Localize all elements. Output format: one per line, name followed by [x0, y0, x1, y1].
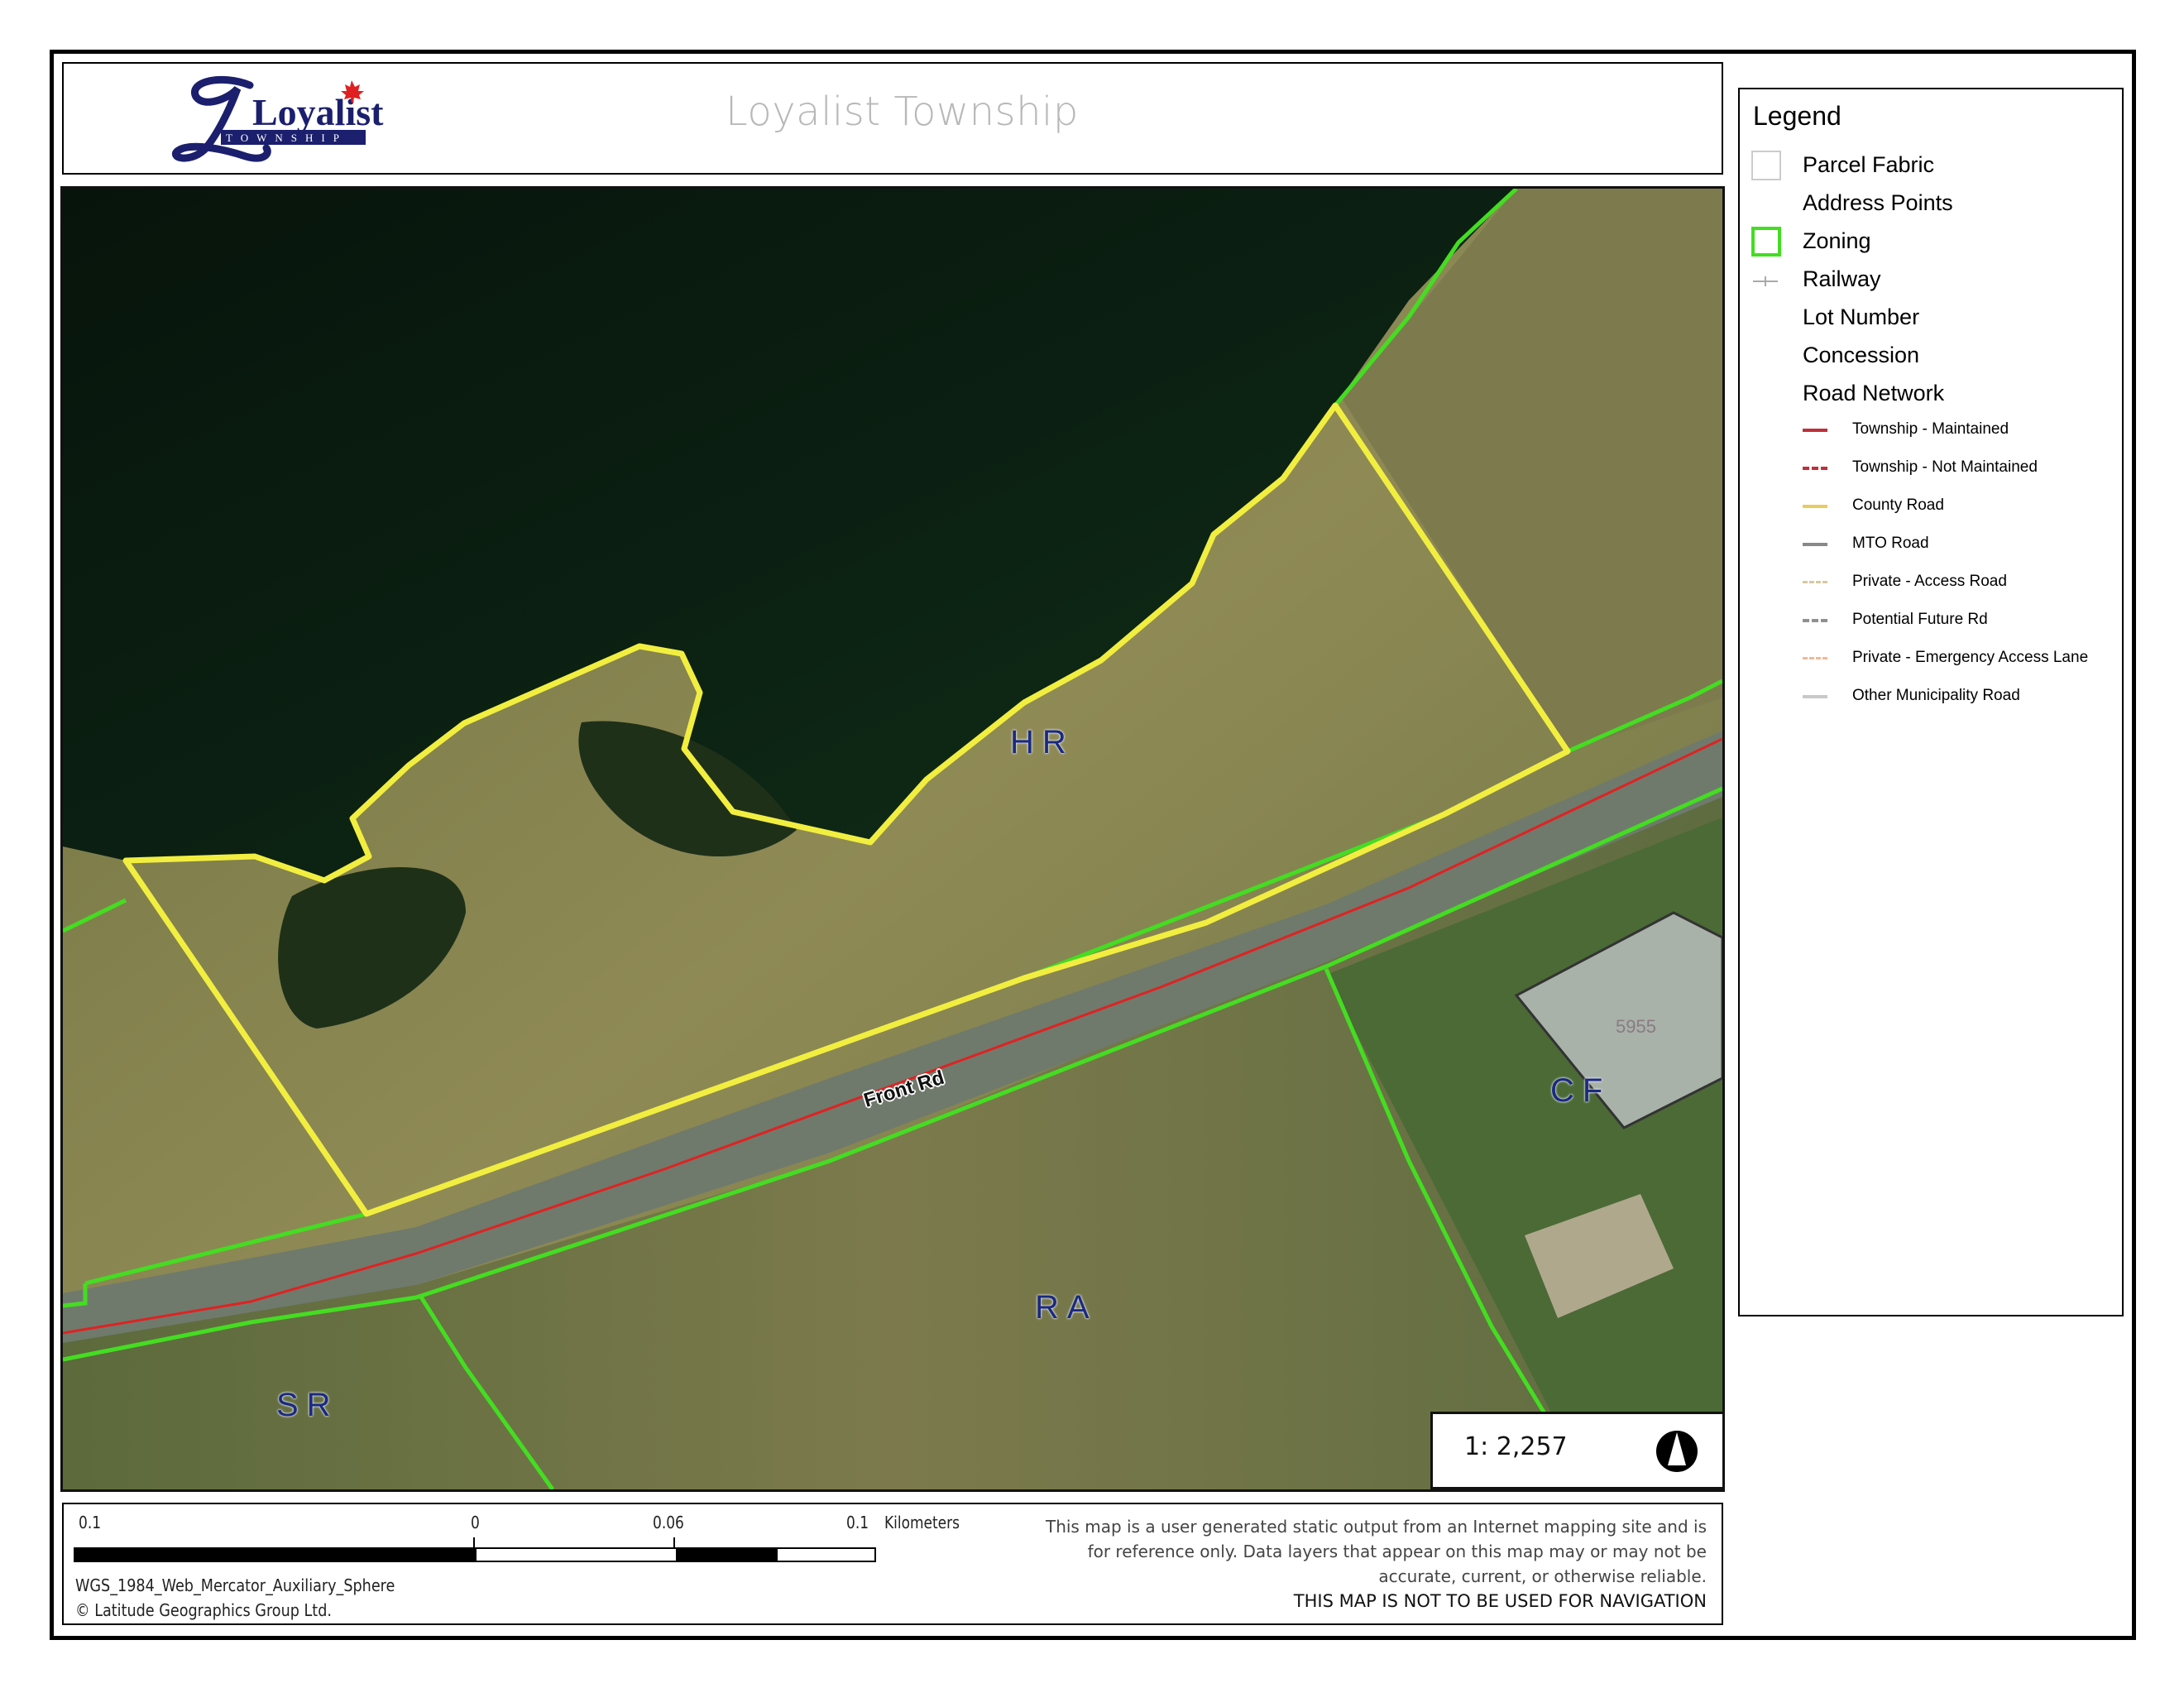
legend-road-township-not-maintained[interactable]: Township - Not Maintained	[1740, 452, 2120, 485]
scalebar-label-mid: 0.06	[653, 1513, 684, 1532]
loyalist-township-logo: Loyalist TOWNSHIP	[171, 74, 395, 165]
legend-title: Legend	[1753, 101, 1842, 131]
maple-leaf-icon	[341, 80, 364, 103]
map-canvas[interactable]	[63, 189, 1722, 1489]
scalebar-units: Kilometers	[884, 1513, 960, 1532]
legend-item-label: Address Points	[1803, 190, 1953, 215]
address-point-label: 5955	[1616, 1016, 1656, 1037]
scalebar-label-zero: 0	[471, 1513, 480, 1532]
legend-road-mto[interactable]: MTO Road	[1740, 528, 2120, 561]
other-municipality-road-line-icon	[1803, 695, 1827, 698]
map-view[interactable]: HR RA SR CF 5955 Front Rd 1: 2,257	[60, 186, 1725, 1492]
legend-road-label: Private - Emergency Access Lane	[1852, 649, 2089, 666]
township-maintained-line-icon	[1803, 429, 1827, 432]
legend-item-zoning[interactable]: Zoning	[1740, 225, 2120, 258]
projection-text: WGS_1984_Web_Mercator_Auxiliary_Sphere	[75, 1575, 395, 1595]
scale-text: 1: 2,257	[1464, 1432, 1568, 1461]
township-not-maintained-line-icon	[1803, 467, 1827, 470]
zone-label-ra: RA	[1035, 1289, 1098, 1326]
scalebar-tick	[673, 1537, 675, 1547]
legend-road-label: Potential Future Rd	[1852, 611, 1988, 628]
navigation-warning: THIS MAP IS NOT TO BE USED FOR NAVIGATIO…	[1293, 1591, 1707, 1611]
scalebar-label-left: 0.1	[79, 1513, 102, 1532]
legend-item-concession[interactable]: Concession	[1740, 339, 2120, 372]
legend-item-railway[interactable]: Railway	[1740, 263, 2120, 296]
private-access-road-line-icon	[1803, 581, 1827, 583]
scalebar-label-right: 0.1	[846, 1513, 869, 1532]
legend-road-label: Township - Maintained	[1852, 420, 2009, 438]
legend-item-parcel-fabric[interactable]: Parcel Fabric	[1740, 149, 2120, 182]
legend-item-label: Concession	[1803, 343, 1920, 367]
legend-item-lot-number[interactable]: Lot Number	[1740, 301, 2120, 334]
map-footer: 0.1 0 0.06 0.1 Kilometers WGS_1984_Web_M…	[62, 1503, 1723, 1625]
legend-road-label: Township - Not Maintained	[1852, 458, 2038, 476]
legend-road-label: Other Municipality Road	[1852, 687, 2020, 704]
scalebar-segment	[676, 1549, 778, 1561]
legend-road-label: County Road	[1852, 496, 1944, 514]
legend-item-road-network[interactable]: Road Network	[1740, 377, 2120, 410]
parcel-fabric-swatch-icon	[1751, 151, 1781, 180]
emergency-access-lane-line-icon	[1803, 657, 1827, 659]
legend-item-label: Road Network	[1803, 381, 1945, 405]
zone-label-cf: CF	[1550, 1072, 1612, 1109]
logo-banner-text: TOWNSHIP	[226, 132, 347, 144]
logo-script-text: Loyalist	[252, 91, 384, 133]
disclaimer-text: This map is a user generated static outp…	[1045, 1517, 1707, 1586]
scalebar	[74, 1547, 876, 1562]
railway-tie-icon	[1765, 276, 1766, 286]
county-road-line-icon	[1803, 505, 1827, 508]
legend-item-label: Railway	[1803, 266, 1881, 291]
potential-future-road-line-icon	[1803, 619, 1827, 622]
map-header: Loyalist TOWNSHIP Loyalist Township	[62, 62, 1723, 175]
scalebar-tick	[473, 1537, 475, 1547]
legend-road-county[interactable]: County Road	[1740, 490, 2120, 523]
legend-road-label: Private - Access Road	[1852, 573, 2007, 590]
scale-indicator: 1: 2,257	[1430, 1412, 1722, 1489]
map-title: Loyalist Township	[726, 89, 1079, 135]
legend-road-emergency-access[interactable]: Private - Emergency Access Lane	[1740, 642, 2120, 675]
copyright-text: © Latitude Geographics Group Ltd.	[75, 1600, 332, 1620]
scalebar-segment	[75, 1549, 477, 1561]
legend-panel: Legend Parcel Fabric Address Points Zoni…	[1738, 88, 2124, 1316]
zone-label-sr: SR	[276, 1387, 339, 1423]
legend-item-label: Lot Number	[1803, 305, 1920, 329]
disclaimer: This map is a user generated static outp…	[1028, 1514, 1707, 1614]
legend-road-township-maintained[interactable]: Township - Maintained	[1740, 414, 2120, 447]
legend-road-private-access[interactable]: Private - Access Road	[1740, 566, 2120, 599]
legend-road-potential-future[interactable]: Potential Future Rd	[1740, 604, 2120, 637]
mto-road-line-icon	[1803, 543, 1827, 546]
legend-road-label: MTO Road	[1852, 535, 1929, 552]
legend-item-address-points[interactable]: Address Points	[1740, 187, 2120, 220]
legend-road-other-municipality[interactable]: Other Municipality Road	[1740, 680, 2120, 713]
zone-label-hr: HR	[1010, 724, 1075, 760]
legend-item-label: Parcel Fabric	[1803, 152, 1935, 177]
zoning-swatch-icon	[1751, 227, 1781, 257]
north-arrow-icon	[1655, 1429, 1699, 1474]
legend-item-label: Zoning	[1803, 228, 1871, 253]
